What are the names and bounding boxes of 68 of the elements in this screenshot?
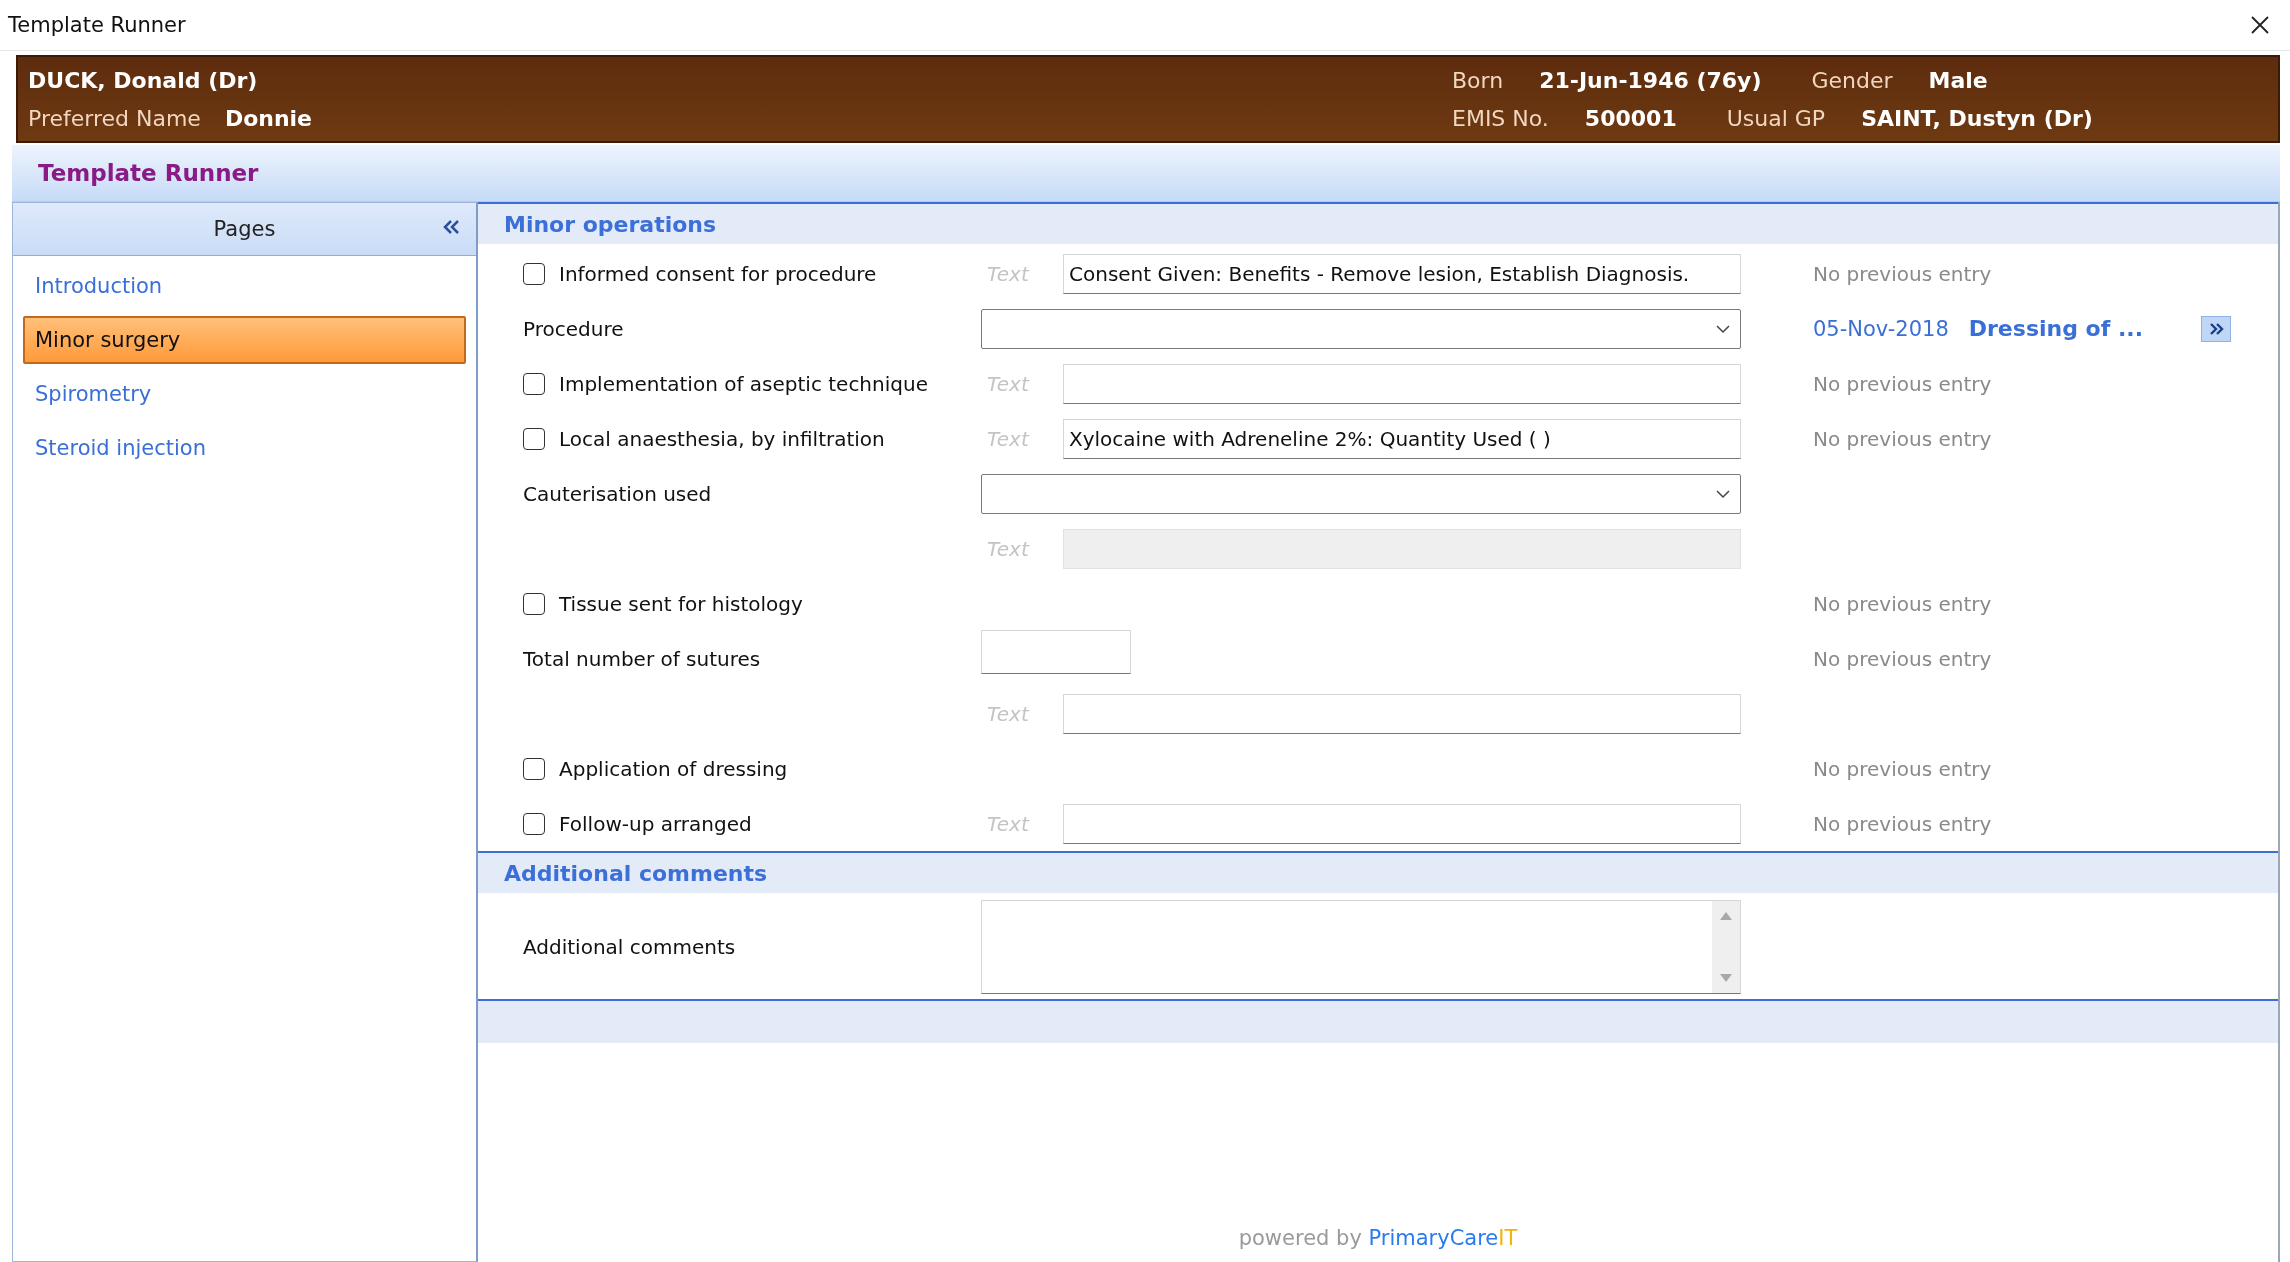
field-label: Preferred Name bbox=[28, 105, 201, 131]
page-item[interactable]: Introduction bbox=[23, 262, 466, 310]
previous-entry: No previous entry bbox=[1813, 426, 1992, 451]
previous-entry: No previous entry bbox=[1813, 811, 1992, 836]
powered-by-text: powered by PrimaryCareIT bbox=[1238, 1226, 1518, 1250]
field-label: Total number of sutures bbox=[523, 646, 762, 671]
template-title: Template Runner bbox=[38, 160, 259, 186]
field-label: EMIS No. bbox=[1452, 105, 1549, 131]
scrollbar[interactable] bbox=[1712, 901, 1740, 993]
number-field[interactable] bbox=[981, 629, 1131, 674]
double-chevron-icon bbox=[2208, 321, 2224, 336]
field-label: Additional comments bbox=[523, 935, 737, 959]
checkbox[interactable] bbox=[523, 812, 545, 835]
checkbox[interactable] bbox=[523, 262, 545, 285]
previous-date[interactable]: 05-Nov-2018 bbox=[1813, 316, 1949, 341]
text-label: Text bbox=[986, 371, 1031, 396]
text-label: Text bbox=[986, 261, 1031, 286]
text-label: Text bbox=[986, 811, 1031, 836]
chevron-down-icon bbox=[1716, 488, 1730, 499]
close-icon[interactable] bbox=[2250, 15, 2270, 35]
page-item[interactable]: Steroid injection bbox=[23, 424, 466, 472]
field-label: Usual GP bbox=[1726, 105, 1826, 131]
checkbox[interactable] bbox=[523, 592, 545, 615]
field-value: 500001 bbox=[1584, 105, 1677, 131]
text-field[interactable] bbox=[1063, 693, 1741, 734]
field-value: SAINT, Dustyn (Dr) bbox=[1861, 105, 2093, 131]
field-label: Follow-up arranged bbox=[559, 811, 753, 836]
checkbox[interactable] bbox=[523, 757, 545, 780]
field-value: Male bbox=[1928, 67, 1988, 93]
previous-entry: No previous entry bbox=[1813, 591, 1992, 616]
section-title: Additional comments bbox=[504, 860, 768, 886]
patient-name: DUCK, Donald (Dr) bbox=[28, 67, 258, 93]
previous-entry: No previous entry bbox=[1813, 371, 1992, 396]
field-label: Gender bbox=[1811, 67, 1893, 93]
text-label: Text bbox=[986, 426, 1031, 451]
pages-title: Pages bbox=[213, 217, 276, 241]
section-title: Minor operations bbox=[504, 211, 717, 237]
field-value: 21-Jun-1946 (76y) bbox=[1539, 67, 1762, 93]
field-label: Tissue sent for histology bbox=[559, 591, 804, 616]
text-field[interactable] bbox=[1063, 363, 1741, 404]
field-label: Cauterisation used bbox=[523, 481, 713, 506]
history-button[interactable] bbox=[2201, 315, 2231, 342]
field-value: Donnie bbox=[224, 105, 313, 131]
field-label: Application of dressing bbox=[559, 756, 789, 781]
dropdown[interactable] bbox=[981, 473, 1741, 514]
field-label: Procedure bbox=[523, 316, 625, 341]
text-field[interactable]: Xylocaine with Adreneline 2%: Quantity Used ( ) bbox=[1063, 418, 1741, 459]
chevron-down-icon bbox=[1716, 323, 1730, 334]
text-label: Text bbox=[986, 536, 1031, 561]
page-item[interactable]: Spirometry bbox=[23, 370, 466, 418]
dropdown[interactable] bbox=[981, 308, 1741, 349]
text-field[interactable] bbox=[1063, 803, 1741, 844]
comments-field[interactable] bbox=[981, 900, 1741, 994]
field-label: Local anaesthesia, by infiltration bbox=[559, 426, 886, 451]
page-item[interactable]: Minor surgery bbox=[23, 316, 466, 364]
collapse-icon[interactable] bbox=[443, 219, 460, 235]
previous-value[interactable]: Dressing of ... bbox=[1968, 316, 2143, 341]
text-label: Text bbox=[986, 701, 1031, 726]
checkbox[interactable] bbox=[523, 372, 545, 395]
field-label: Implementation of aseptic technique bbox=[559, 371, 929, 396]
checkbox[interactable] bbox=[523, 427, 545, 450]
previous-entry: No previous entry bbox=[1813, 646, 1992, 671]
window-title: Template Runner bbox=[8, 13, 186, 37]
previous-entry: No previous entry bbox=[1813, 756, 1992, 781]
text-field[interactable]: Consent Given: Benefits - Remove lesion, Establish Diagnosis. bbox=[1063, 253, 1741, 294]
field-label: Informed consent for procedure bbox=[559, 261, 878, 286]
previous-entry: No previous entry bbox=[1813, 261, 1992, 286]
field-label: Born bbox=[1452, 67, 1504, 93]
